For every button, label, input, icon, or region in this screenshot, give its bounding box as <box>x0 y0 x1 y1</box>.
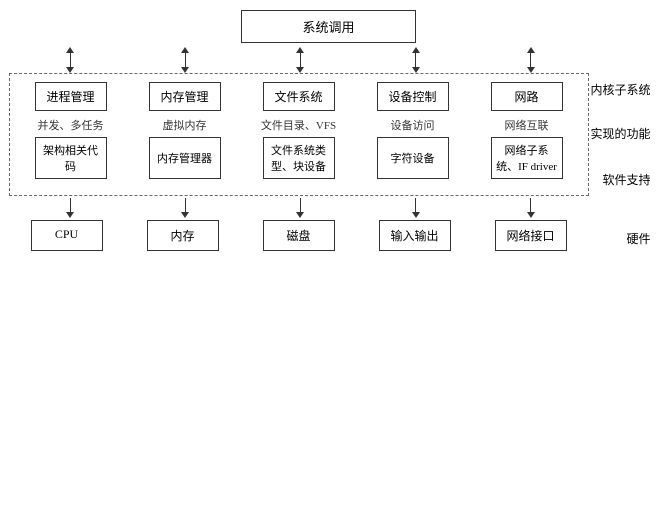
arrow-line <box>415 198 416 212</box>
kernel-box-dev: 设备控制 <box>377 82 449 111</box>
down-arrow-head <box>412 212 420 218</box>
kernel-boxes-row: 进程管理 内存管理 文件系统 设备控制 网路 <box>14 82 584 111</box>
arrow-5 <box>495 47 567 73</box>
software-label: 软件支持 <box>602 171 650 188</box>
arrow-line <box>300 198 301 212</box>
sw-hw-arrow-1 <box>34 198 106 218</box>
sw-hw-arrow-3 <box>264 198 336 218</box>
func-item-5: 网络互联 <box>477 117 577 133</box>
arrow-3 <box>264 47 336 73</box>
arrow-line <box>300 53 301 67</box>
down-arrow-head <box>527 212 535 218</box>
kernel-dashed-box: 进程管理 内存管理 文件系统 设备控制 网路 并发、多任务 虚拟内存 文件目录、… <box>9 73 589 196</box>
arrow-line <box>70 53 71 67</box>
syscall-label: 系统调用 <box>302 20 354 35</box>
kernel-box-mem: 内存管理 <box>149 82 221 111</box>
sw-box-2: 内存管理器 <box>149 137 221 179</box>
hw-box-mem: 内存 <box>147 220 219 251</box>
hw-box-io: 输入输出 <box>379 220 451 251</box>
hw-box-net: 网络接口 <box>495 220 567 251</box>
arrow-line <box>185 53 186 67</box>
syscall-row: 系统调用 <box>9 10 649 43</box>
hw-box-cpu: CPU <box>31 220 103 251</box>
hw-box-disk: 磁盘 <box>263 220 335 251</box>
functions-row: 并发、多任务 虚拟内存 文件目录、VFS 设备访问 网络互联 <box>14 117 584 133</box>
arrow-line <box>415 53 416 67</box>
sw-box-3: 文件系统类型、块设备 <box>263 137 335 179</box>
sw-hw-arrow-5 <box>495 198 567 218</box>
sw-box-4: 字符设备 <box>377 137 449 179</box>
down-arrow-head <box>181 212 189 218</box>
down-arrow-head <box>66 212 74 218</box>
functions-label: 实现的功能 <box>590 125 650 142</box>
sw-box-5: 网络子系统、IF driver <box>491 137 563 179</box>
kernel-box-proc: 进程管理 <box>35 82 107 111</box>
arrow-line <box>530 53 531 67</box>
hardware-label: 硬件 <box>626 230 650 247</box>
arrow-4 <box>380 47 452 73</box>
sw-hw-arrow-4 <box>380 198 452 218</box>
syscall-box: 系统调用 <box>241 10 415 43</box>
arrow-1 <box>34 47 106 73</box>
sw-hw-arrows <box>9 196 649 220</box>
func-item-2: 虚拟内存 <box>135 117 235 133</box>
hardware-boxes-row: CPU 内存 磁盘 输入输出 网络接口 <box>9 220 589 251</box>
arrow-line <box>185 198 186 212</box>
arrow-line <box>70 198 71 212</box>
kernel-label: 内核子系统 <box>590 81 650 98</box>
hardware-section: CPU 内存 磁盘 输入输出 网络接口 硬件 <box>9 220 589 251</box>
func-item-3: 文件目录、VFS <box>249 117 349 133</box>
kernel-box-net: 网路 <box>491 82 563 111</box>
diagram: 系统调用 <box>9 10 649 251</box>
arrow-2 <box>149 47 221 73</box>
down-arrow-head <box>296 212 304 218</box>
sw-hw-arrow-2 <box>149 198 221 218</box>
sw-box-1: 架构相关代码 <box>35 137 107 179</box>
software-boxes-row: 架构相关代码 内存管理器 文件系统类型、块设备 字符设备 网络子系统、IF dr… <box>14 137 584 179</box>
kernel-box-fs: 文件系统 <box>263 82 335 111</box>
func-item-1: 并发、多任务 <box>21 117 121 133</box>
func-item-4: 设备访问 <box>363 117 463 133</box>
kernel-section: 进程管理 内存管理 文件系统 设备控制 网路 并发、多任务 虚拟内存 文件目录、… <box>9 73 589 196</box>
syscall-kernel-arrows <box>9 47 649 73</box>
arrow-line <box>530 198 531 212</box>
